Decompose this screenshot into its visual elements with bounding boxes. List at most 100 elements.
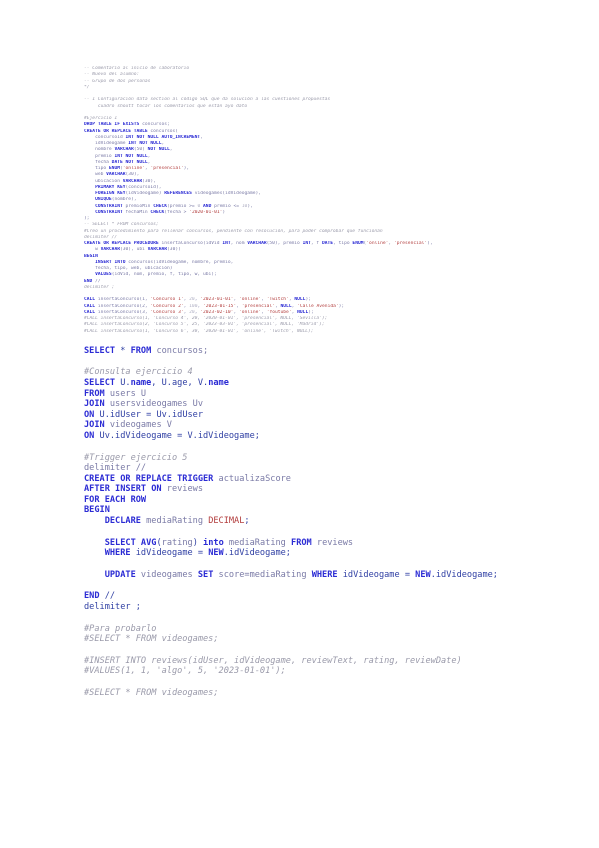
code-line: END // [84, 591, 584, 602]
code-token: INT NOT NULL [128, 141, 162, 146]
code-token: INT [302, 241, 311, 246]
code-token: w [84, 247, 101, 253]
code-token: concursos; [139, 122, 170, 128]
code-token: , U.age, V. [151, 377, 209, 388]
code-token: WHERE [311, 569, 338, 580]
code-line: SELECT AVG(rating) into mediaRating FROM… [84, 538, 584, 549]
code-token: ENUM [352, 241, 364, 246]
code-token: PRIMARY KEY [95, 184, 126, 190]
code-token: , [161, 141, 165, 146]
code-token: videogames(idVideogame), [191, 191, 262, 196]
code-token: '2023-01-15' [203, 303, 237, 309]
code-token: #VALUES(1, 1, 'algo', 5, '2023-01-01'); [84, 666, 286, 677]
code-token: (fecha > [164, 209, 190, 215]
code-token: '2020-01-01' [189, 209, 223, 215]
code-token: #Ejercicio 1 [84, 116, 118, 121]
code-line: ON Uv.idVideogame = V.idVideogame; [84, 431, 584, 442]
code-token: mediaRating [223, 537, 292, 548]
code-token: '2023-01-01' [200, 297, 234, 303]
code-token: VARCHAR [122, 178, 143, 184]
code-token: DECIMAL [208, 516, 245, 527]
code-token: .idVideogame; [223, 548, 291, 559]
code-line: UPDATE videogames SET score=mediaRating … [84, 570, 584, 581]
code-line: JOIN usersvideogames Uv [84, 399, 584, 410]
code-token: DATE NOT NULL [111, 159, 148, 165]
code-token: ), [427, 241, 433, 246]
code-token: actualizaScore [213, 473, 291, 484]
code-token: ; [244, 516, 250, 527]
code-token: ON [84, 430, 95, 441]
code-token: CREATE OR REPLACE TRIGGER [84, 473, 214, 484]
code-line: ON U.idUser = Uv.idUser [84, 410, 584, 421]
code-token: #Trigger ejercicio 5 [84, 452, 188, 463]
code-token: UNIQUE [95, 197, 112, 203]
code-token: -- 1 Configuración data section al códig… [84, 97, 331, 103]
code-token: VARCHAR [100, 247, 120, 253]
code-token: JOIN [84, 420, 105, 431]
code-token: , tipo [333, 241, 353, 246]
code-token: SET [197, 569, 214, 580]
code-token: FROM [291, 537, 312, 548]
code-token: (premio >= [167, 203, 198, 209]
code-token: VARCHAR [147, 247, 168, 253]
code-line: SELECT * FROM concursos; [84, 346, 584, 357]
code-token: (30), [142, 178, 156, 184]
code-token: reviews [161, 484, 204, 495]
code-token: , [147, 153, 151, 159]
code-token: CHECK [150, 209, 165, 215]
code-token: INT NOT NULL [114, 153, 148, 159]
code-token: delimiter ; [84, 602, 141, 613]
code-token: DECLARE [104, 516, 141, 527]
code-token: 'Calle Avenida' [297, 303, 339, 309]
code-token: ) [192, 537, 204, 548]
code-line: #SELECT * FROM videogames; [84, 688, 584, 699]
code-token: NULL [280, 303, 292, 309]
code-line: #SELECT * FROM videogames; [84, 634, 584, 645]
code-token: (nombre), [111, 197, 137, 203]
code-token: (idVideogame) [125, 191, 165, 196]
code-token: 'Twitch' [266, 297, 289, 303]
code-token: NULL [294, 297, 306, 303]
code-token: mediaRating [140, 516, 209, 527]
code-token: concursos; [151, 345, 209, 356]
code-token: -- Comentario al inicio de laboratorio [84, 66, 190, 71]
code-token: #Consulta ejercicio 4 [84, 367, 193, 378]
code-token: insertaConcurso(3, [95, 309, 151, 315]
code-token: (50) [133, 147, 148, 153]
code-line: AFTER INSERT ON reviews [84, 484, 584, 495]
code-token: DROP TABLE IF EXISTS [84, 122, 140, 128]
code-line: FROM users U [84, 389, 584, 400]
code-token: insertaConcurso(1, [95, 297, 151, 303]
code-token: , [200, 134, 203, 140]
code-token: SELECT [84, 377, 116, 388]
code-token: VARCHAR [247, 241, 267, 246]
code-token: CREATE OR REPLACE TABLE [84, 128, 148, 134]
code-token: concursos( [147, 128, 179, 134]
code-token: delimiter // [84, 463, 147, 474]
code-line: DECLARE mediaRating DECIMAL; [84, 516, 584, 527]
code-token: 'Concurso 3' [150, 309, 184, 315]
code-line: #Consulta ejercicio 4 [84, 367, 584, 378]
code-token: #Creo un procedimiento para rellenar con… [84, 228, 383, 234]
code-token: DATE [321, 241, 334, 246]
code-token: 'online' [366, 241, 389, 246]
code-token: delimiter // [84, 234, 118, 240]
code-token: 'Concurso 2' [150, 303, 184, 309]
code-token: rating [161, 537, 193, 548]
code-token: #INSERT INTO reviews(idUser, idVideogame… [84, 655, 462, 666]
code-token: 'presencial' [393, 241, 428, 246]
code-token: (30), [125, 172, 140, 178]
code-token: -- SELECT * FROM concursos; [84, 222, 159, 228]
code-token: premio <= [211, 203, 242, 209]
code-token: SELECT AVG [104, 537, 157, 548]
code-token: .idVideogame; [430, 569, 498, 580]
code-token: into [203, 537, 224, 548]
